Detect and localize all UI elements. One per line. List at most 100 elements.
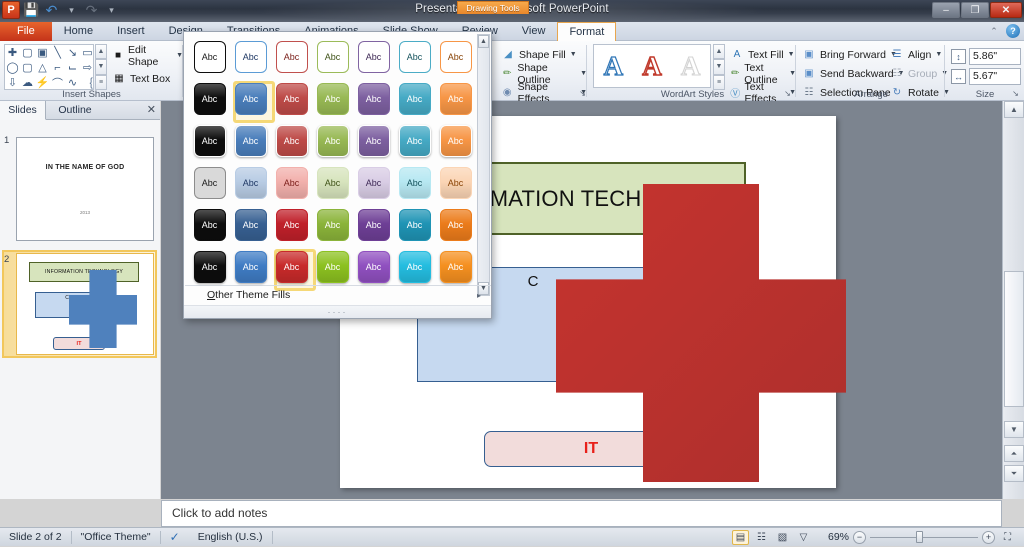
wordart-scroll-up-icon[interactable]: ▲ [713, 44, 725, 60]
zoom-slider-knob[interactable] [916, 531, 923, 543]
wordart-sample-gray[interactable]: A [680, 50, 701, 82]
shape-round-rect-icon[interactable]: ▢ [20, 60, 35, 75]
theme-fill-swatch[interactable]: Abc [275, 83, 308, 115]
slide-thumbnail-list[interactable]: 1 IN THE NAME OF GOD 2013 2 INFORMATION … [0, 120, 160, 499]
zoom-in-button[interactable]: + [982, 530, 995, 544]
shape-effects-button[interactable]: ◉ Shape Effects ▼ [501, 81, 587, 105]
swatch-cell[interactable]: Abc [189, 162, 230, 204]
theme-fill-swatch[interactable]: Abc [316, 41, 349, 73]
swatch-cell[interactable]: Abc [353, 78, 394, 120]
theme-fill-swatch[interactable]: Abc [234, 125, 267, 157]
swatch-cell[interactable]: Abc [353, 36, 394, 78]
theme-fill-swatch[interactable]: Abc [398, 125, 431, 157]
theme-fill-swatch[interactable]: Abc [439, 209, 472, 241]
shape-width-row[interactable]: ↔ 5.67" ▲▼ [951, 68, 1024, 85]
shapes-gallery[interactable]: ✚ ▢ ▣ ╲ ↘ ▭ ◯ ▢ △ ⌐ ⌙ ⇨ ⇩ ☁ ⚡ ⌒ ∿ ｛ [4, 44, 94, 90]
theme-fill-swatch[interactable]: Abc [357, 167, 390, 199]
theme-fill-swatch[interactable]: Abc [316, 125, 349, 157]
theme-fill-swatch[interactable]: Abc [398, 167, 431, 199]
shape-fill-button[interactable]: ◢ Shape Fill ▼ [501, 46, 587, 63]
swatch-cell[interactable]: Abc [435, 246, 476, 288]
swatch-cell[interactable]: Abc [312, 78, 353, 120]
swatch-cell[interactable]: Abc [394, 204, 435, 246]
theme-fill-swatch[interactable]: Abc [234, 251, 267, 283]
shape-rect-icon[interactable]: ▢ [20, 45, 35, 60]
theme-fill-swatch[interactable]: Abc [316, 209, 349, 241]
powerpoint-app-icon[interactable]: P [2, 1, 20, 19]
shapes-gallery-scroll[interactable]: ▲ ▼ ≡ [95, 44, 107, 90]
next-slide-icon[interactable]: ⏷ [1004, 465, 1024, 482]
theme-fill-swatch[interactable]: Abc [398, 83, 431, 115]
slide-show-view-button[interactable]: ▽ [795, 530, 812, 545]
maximize-button[interactable]: ❐ [961, 2, 989, 18]
theme-fill-swatch[interactable]: Abc [316, 83, 349, 115]
shape-textbox-icon[interactable]: ▭ [80, 45, 95, 60]
theme-fill-swatch[interactable]: Abc [275, 251, 308, 283]
swatch-cell[interactable]: Abc [271, 36, 312, 78]
swatch-cell[interactable]: Abc [312, 162, 353, 204]
theme-fill-swatch[interactable]: Abc [234, 41, 267, 73]
shape-height-input[interactable]: 5.86" [969, 48, 1021, 65]
swatch-cell[interactable]: Abc [394, 162, 435, 204]
slide-thumbnail-2[interactable]: INFORMATION TECHNOLOGY C IT [16, 253, 154, 355]
shape-down-arrow-icon[interactable]: ⇩ [5, 75, 20, 90]
theme-fill-swatch[interactable]: Abc [439, 251, 472, 283]
theme-fill-swatch[interactable]: Abc [275, 209, 308, 241]
theme-fill-swatch[interactable]: Abc [316, 167, 349, 199]
swatch-cell[interactable]: Abc [189, 36, 230, 78]
theme-fill-swatch[interactable]: Abc [357, 41, 390, 73]
theme-fill-swatch[interactable]: Abc [275, 167, 308, 199]
theme-fill-swatch[interactable]: Abc [234, 167, 267, 199]
swatch-cell[interactable]: Abc [353, 162, 394, 204]
swatch-cell[interactable]: Abc [394, 36, 435, 78]
zoom-out-button[interactable]: − [853, 530, 866, 544]
swatch-cell[interactable]: Abc [189, 120, 230, 162]
theme-fill-swatch[interactable]: Abc [439, 41, 472, 73]
slide-indicator[interactable]: Slide 2 of 2 [0, 528, 71, 547]
save-icon[interactable]: 💾 [23, 2, 40, 19]
size-dialog-launcher[interactable]: ↘ [1010, 88, 1021, 99]
reading-view-button[interactable]: ▧ [774, 530, 791, 545]
theme-fill-swatch[interactable]: Abc [357, 251, 390, 283]
spellcheck-icon[interactable]: ✓ [161, 528, 189, 547]
theme-fill-swatch[interactable]: Abc [193, 41, 226, 73]
swatch-cell-selected[interactable]: Abc [271, 246, 316, 291]
chevron-down-icon[interactable]: ▼ [788, 51, 795, 58]
swatch-cell[interactable]: Abc [230, 120, 271, 162]
shape-picture-icon[interactable]: ▣ [35, 45, 50, 60]
wordart-sample-blue[interactable]: A [603, 50, 624, 82]
theme-fill-swatch[interactable]: Abc [398, 209, 431, 241]
swatch-cell[interactable]: Abc [271, 204, 312, 246]
slide-vertical-scrollbar[interactable]: ▲ ▼ ⏶ ⏷ [1002, 101, 1024, 499]
wordart-gallery-scroll[interactable]: ▲ ▼ ≡ [713, 44, 725, 90]
swatch-cell[interactable]: Abc [394, 120, 435, 162]
swatch-cell[interactable]: Abc [189, 246, 230, 288]
theme-fill-swatch[interactable]: Abc [357, 83, 390, 115]
swatch-cell[interactable]: Abc [230, 162, 271, 204]
redo-icon[interactable]: ↷ [83, 2, 100, 19]
swatch-cell[interactable]: Abc [230, 246, 271, 288]
close-button[interactable]: ✕ [990, 2, 1022, 18]
text-box-button[interactable]: ▦ Text Box [112, 70, 183, 87]
theme-fill-swatch[interactable]: Abc [193, 125, 226, 157]
shape-wave-icon[interactable]: ∿ [65, 75, 80, 90]
shape-curve-icon[interactable]: ⌒ [50, 75, 65, 90]
chevron-down-icon[interactable]: ▼ [935, 51, 942, 58]
swatch-cell[interactable]: Abc [312, 36, 353, 78]
swatch-cell[interactable]: Abc [189, 78, 230, 120]
wordart-gallery[interactable]: A A A [593, 44, 711, 88]
wordart-more-icon[interactable]: ≡ [713, 74, 725, 90]
shape-triangle-icon[interactable]: △ [35, 60, 50, 75]
undo-icon[interactable]: ↶ [43, 2, 60, 19]
previous-slide-icon[interactable]: ⏶ [1004, 445, 1024, 462]
theme-fill-swatch[interactable]: Abc [439, 125, 472, 157]
scroll-down-icon[interactable]: ▼ [1004, 421, 1024, 438]
swatch-cell[interactable]: Abc [230, 204, 271, 246]
text-outline-button[interactable]: ✏ Text Outline ▼ [730, 62, 796, 86]
theme-fill-swatch[interactable]: Abc [193, 209, 226, 241]
swatch-cell-selected[interactable]: Abc [230, 78, 275, 123]
normal-view-button[interactable]: ▤ [731, 529, 749, 545]
theme-fill-swatch[interactable]: Abc [193, 251, 226, 283]
theme-fill-swatch[interactable]: Abc [275, 41, 308, 73]
zoom-level-label[interactable]: 69% [828, 531, 849, 543]
